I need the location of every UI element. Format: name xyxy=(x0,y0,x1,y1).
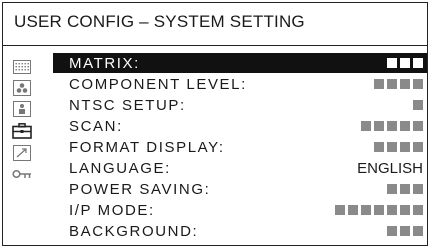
mask-block xyxy=(413,100,423,110)
mask-block xyxy=(361,121,371,131)
mask-block xyxy=(413,226,423,236)
menu-item-value-masked xyxy=(374,79,427,89)
menu-item-label: SCAN: xyxy=(69,117,123,135)
mask-block xyxy=(387,226,397,236)
mask-block xyxy=(413,58,423,68)
menu-item-label: BACKGROUND: xyxy=(69,222,199,240)
menu-item[interactable]: COMPONENT LEVEL: xyxy=(53,74,427,94)
page-title: USER CONFIG – SYSTEM SETTING xyxy=(14,12,305,31)
mask-block xyxy=(387,184,397,194)
menu-item-value-masked xyxy=(335,205,427,215)
mask-block xyxy=(387,142,397,152)
menu-item-label: I/P MODE: xyxy=(69,201,155,219)
mask-block xyxy=(413,121,423,131)
picture-icon xyxy=(11,99,33,119)
menu-item-value-text: ENGLISH xyxy=(357,159,423,177)
masked-value-blocks xyxy=(413,100,423,110)
masked-value-blocks xyxy=(387,58,423,68)
grid-dots-icon xyxy=(11,57,33,77)
mask-block xyxy=(374,121,384,131)
masked-value-blocks xyxy=(387,184,423,194)
osd-menu-window: USER CONFIG – SYSTEM SETTING MATRIX: COMP… xyxy=(2,2,428,246)
menu-item-label: MATRIX: xyxy=(69,54,140,72)
mask-block xyxy=(400,58,410,68)
title-divider xyxy=(3,45,427,46)
mask-block xyxy=(348,205,358,215)
mask-block xyxy=(413,205,423,215)
menu-item-value-masked xyxy=(387,184,427,194)
masked-value-blocks xyxy=(374,142,423,152)
color-circles-icon xyxy=(11,78,33,98)
menu-item-label: POWER SAVING: xyxy=(69,180,211,198)
mask-block xyxy=(400,142,410,152)
menu-item-label: NTSC SETUP: xyxy=(69,96,186,114)
mask-block xyxy=(400,79,410,89)
menu-item-value-masked xyxy=(413,100,427,110)
mask-block xyxy=(400,184,410,194)
arrow-icon xyxy=(11,143,33,163)
mask-block xyxy=(387,205,397,215)
mask-block xyxy=(374,79,384,89)
mask-block xyxy=(387,79,397,89)
menu-item[interactable]: NTSC SETUP: xyxy=(53,95,427,115)
mask-block xyxy=(413,79,423,89)
menu-item-value-masked xyxy=(387,58,427,68)
menu-item-label: LANGUAGE: xyxy=(69,159,171,177)
menu-item-label: COMPONENT LEVEL: xyxy=(69,75,247,93)
menu-item-value-masked xyxy=(387,226,427,236)
masked-value-blocks xyxy=(361,121,423,131)
menu-item-value: ENGLISH xyxy=(357,160,427,177)
mask-block xyxy=(413,142,423,152)
menu-item[interactable]: FORMAT DISPLAY: xyxy=(53,137,427,157)
mask-block xyxy=(400,121,410,131)
mask-block xyxy=(400,226,410,236)
masked-value-blocks xyxy=(374,79,423,89)
mask-block xyxy=(335,205,345,215)
key-icon xyxy=(11,164,33,184)
masked-value-blocks xyxy=(387,226,423,236)
menu-item[interactable]: SCAN: xyxy=(53,116,427,136)
menu-item-label: FORMAT DISPLAY: xyxy=(69,138,225,156)
mask-block xyxy=(374,142,384,152)
mask-block xyxy=(374,205,384,215)
menu-item-value-masked xyxy=(374,142,427,152)
mask-block xyxy=(387,58,397,68)
mask-block xyxy=(361,205,371,215)
menu-item-value-masked xyxy=(361,121,427,131)
menu-item[interactable]: BACKGROUND: xyxy=(53,221,427,241)
menu-item[interactable]: POWER SAVING: xyxy=(53,179,427,199)
mask-block xyxy=(387,121,397,131)
menu-item[interactable]: LANGUAGE: ENGLISH xyxy=(53,158,427,178)
menu-item[interactable]: I/P MODE: xyxy=(53,200,427,220)
toolbox-icon xyxy=(11,121,33,141)
masked-value-blocks xyxy=(335,205,423,215)
menu-item[interactable]: MATRIX: xyxy=(53,53,427,73)
mask-block xyxy=(413,184,423,194)
mask-block xyxy=(400,205,410,215)
